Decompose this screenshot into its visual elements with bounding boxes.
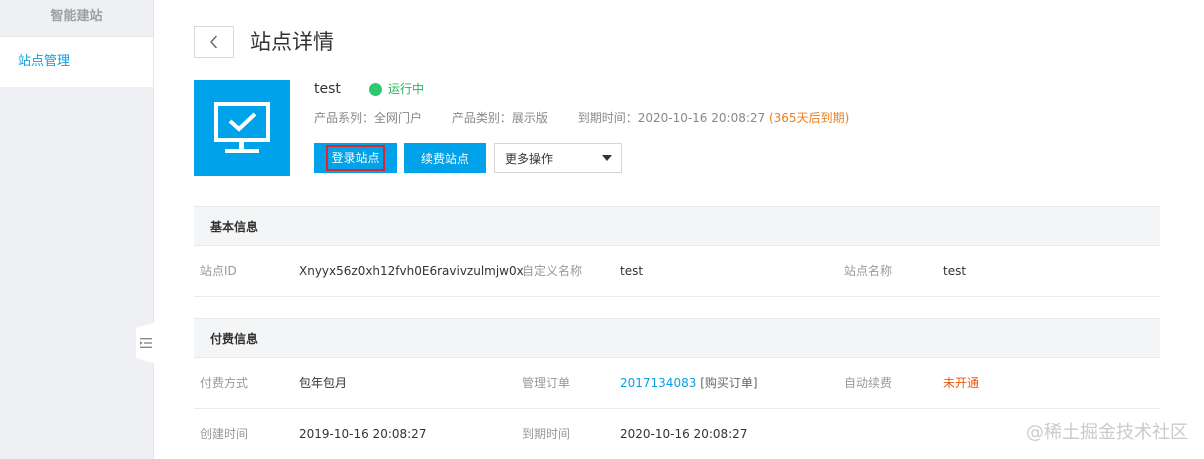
- chevron-left-icon: [210, 35, 218, 49]
- more-actions-label: 更多操作: [505, 151, 554, 166]
- site-name-value: test: [943, 264, 967, 278]
- payment-info-panel: 付费信息 付费方式 包年包月 管理订单 2017134083 [购买订单] 自动…: [194, 318, 1160, 459]
- site-name-label: 站点名称: [844, 264, 893, 278]
- expire-time-value: 2020-10-16 20:08:27: [620, 427, 748, 441]
- expire-warning: (365天后到期): [768, 111, 850, 125]
- created-time-value: 2019-10-16 20:08:27: [299, 427, 427, 441]
- date-row: 创建时间 2019-10-16 20:08:27 到期时间 2020-10-16…: [194, 409, 1160, 459]
- sidebar-item-site-management[interactable]: 站点管理: [0, 37, 153, 87]
- expire-value: 2020-10-16 20:08:27: [637, 111, 766, 125]
- auto-renew-value: 未开通: [943, 376, 980, 390]
- status-text: 运行中: [388, 82, 425, 96]
- login-site-button[interactable]: 登录站点: [314, 143, 397, 173]
- main-content: 站点详情 test 运行中 产品系列：全网门户 产品类别：展示版 到期时间：20…: [154, 0, 1204, 459]
- pay-method-label: 付费方式: [200, 376, 249, 390]
- product-type: 产品类别：展示版: [451, 111, 548, 125]
- site-name: test: [314, 81, 341, 97]
- pay-method-value: 包年包月: [299, 376, 348, 390]
- site-meta: 产品系列：全网门户 产品类别：展示版 到期时间：2020-10-16 20:08…: [314, 110, 849, 126]
- created-time-label: 创建时间: [200, 427, 249, 441]
- back-button[interactable]: [194, 26, 234, 58]
- basic-info-title: 基本信息: [194, 206, 1160, 246]
- auto-renew-label: 自动续费: [844, 376, 893, 390]
- custom-name-label: 自定义名称: [522, 264, 583, 278]
- basic-info-row: 站点ID Xnyyx56z0xh12fvh0E6ravivzulmjw0x 自定…: [194, 246, 1160, 297]
- product-series: 产品系列：全网门户: [314, 111, 423, 125]
- login-site-label: 登录站点: [326, 145, 385, 171]
- basic-info-panel: 基本信息 站点ID Xnyyx56z0xh12fvh0E6ravivzulmjw…: [194, 206, 1160, 297]
- status-dot-icon: [369, 82, 382, 96]
- order-id-link[interactable]: 2017134083: [620, 376, 696, 390]
- payment-row: 付费方式 包年包月 管理订单 2017134083 [购买订单] 自动续费 未开…: [194, 358, 1160, 409]
- custom-name-value: test: [620, 264, 644, 278]
- sidebar-title: 智能建站: [0, 0, 153, 37]
- purchase-order-link[interactable]: [购买订单]: [700, 376, 757, 390]
- menu-fold-icon: [140, 338, 152, 348]
- caret-down-icon: [602, 155, 612, 161]
- order-id-group: 2017134083 [购买订单]: [620, 358, 758, 409]
- expire-label: 到期时间：: [577, 111, 638, 125]
- page-title: 站点详情: [250, 30, 334, 54]
- status-badge: 运行中: [369, 80, 424, 98]
- sidebar: 智能建站 站点管理: [0, 0, 154, 459]
- site-id-value: Xnyyx56z0xh12fvh0E6ravivzulmjw0x: [299, 264, 524, 278]
- watermark: @稀土掘金技术社区: [1026, 422, 1188, 443]
- expire-time-label: 到期时间: [522, 427, 571, 441]
- sidebar-collapse-handle[interactable]: [136, 322, 156, 364]
- renew-site-button[interactable]: 续费站点: [404, 143, 486, 173]
- more-actions-dropdown[interactable]: 更多操作: [494, 143, 622, 173]
- monitor-check-icon: [214, 102, 270, 153]
- payment-info-title: 付费信息: [194, 318, 1160, 358]
- site-id-label: 站点ID: [200, 264, 237, 278]
- site-thumbnail: [194, 80, 290, 176]
- manage-order-label: 管理订单: [522, 376, 571, 390]
